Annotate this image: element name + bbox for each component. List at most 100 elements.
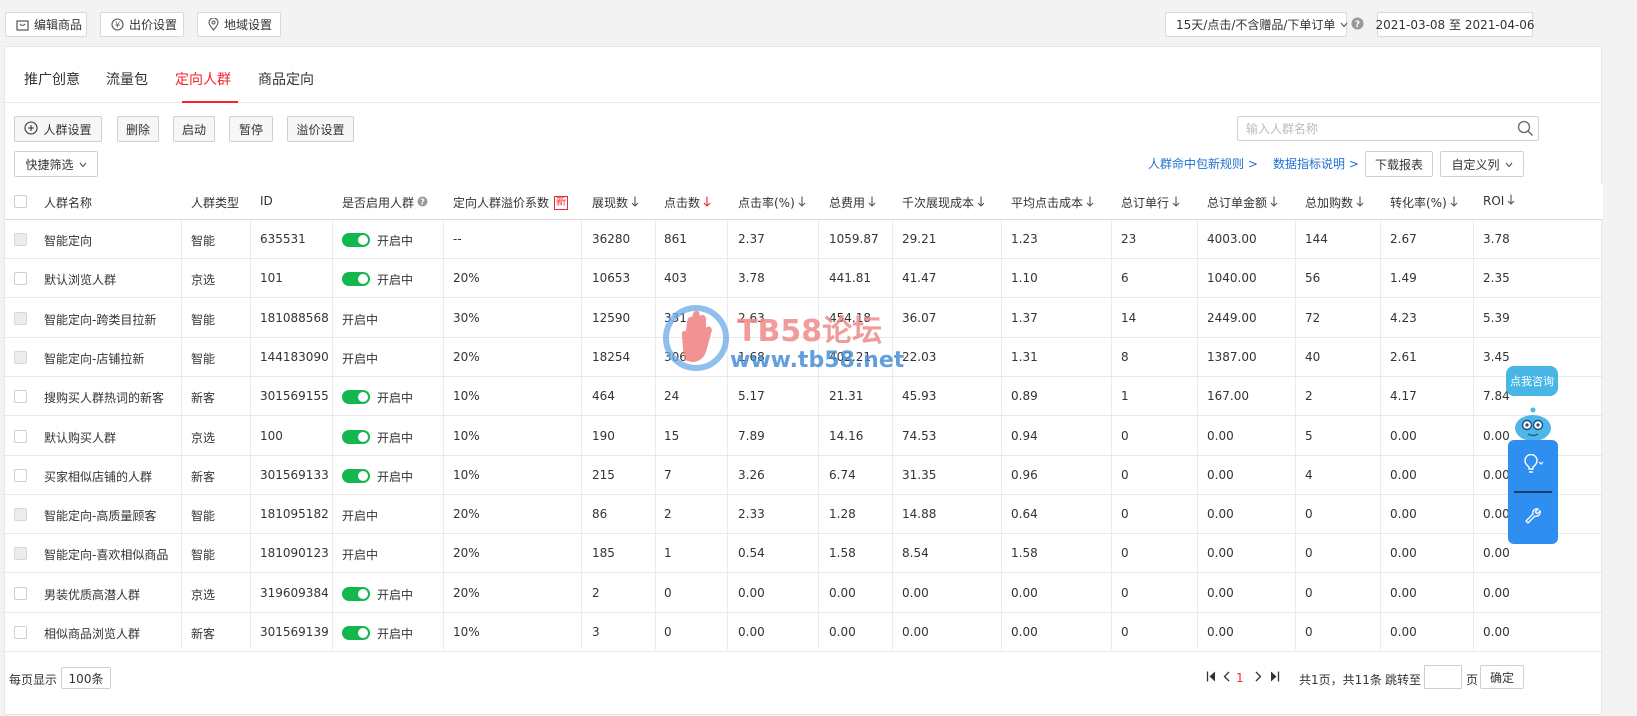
- cpm-cell: 22.03: [902, 349, 937, 364]
- impressions-cell: 10653: [592, 271, 631, 286]
- row-checkbox[interactable]: [14, 272, 27, 286]
- jump-page-input[interactable]: [1424, 665, 1462, 689]
- cost-cell: 0.00: [829, 585, 856, 600]
- header-roi[interactable]: ROI: [1483, 194, 1515, 208]
- ctr-cell: 0.00: [738, 625, 765, 639]
- svg-text:?: ?: [420, 197, 425, 206]
- audience-settings-button[interactable]: 人群设置: [14, 116, 102, 142]
- last-page-icon[interactable]: [1270, 671, 1280, 685]
- metrics-description-link[interactable]: 数据指标说明 >: [1273, 155, 1359, 172]
- header-cvr[interactable]: 转化率(%): [1390, 194, 1458, 211]
- clicks-cell: 2: [664, 507, 672, 522]
- next-page-icon[interactable]: [1255, 671, 1262, 685]
- header-clicks[interactable]: 点击数: [664, 194, 711, 211]
- wrench-icon[interactable]: [1523, 506, 1541, 527]
- quick-filter-select[interactable]: 快捷筛选: [14, 151, 98, 177]
- header-carts[interactable]: 总加购数: [1305, 194, 1364, 211]
- roi-cell: 0.00: [1483, 546, 1510, 561]
- status-toggle[interactable]: [342, 429, 370, 444]
- first-page-icon[interactable]: [1206, 671, 1216, 685]
- audience-name-cell: 智能定向-高质量顾客: [44, 509, 157, 524]
- cost-cell: 1.28: [829, 507, 856, 522]
- bid-settings-button[interactable]: ¥ 出价设置: [100, 12, 184, 37]
- yen-icon: ¥: [111, 18, 124, 31]
- table-row: 智能定向-高质量顾客 智能 181095182 20% 86 2 2.33 1.28 14.88…: [5, 495, 1603, 535]
- region-settings-button[interactable]: 地域设置: [197, 12, 281, 37]
- pagination-summary: 共1页，共11条: [1299, 673, 1382, 687]
- status-toggle[interactable]: [342, 586, 370, 601]
- edit-product-button[interactable]: 编辑商品: [5, 12, 87, 37]
- row-checkbox[interactable]: [14, 547, 27, 561]
- row-checkbox[interactable]: [14, 390, 27, 404]
- row-checkbox[interactable]: [14, 311, 27, 325]
- cost-cell: 1059.87: [829, 232, 879, 246]
- premium-coefficient-cell: 10%: [453, 389, 480, 404]
- status-toggle[interactable]: [342, 468, 370, 483]
- order-amount-cell: 0.00: [1207, 467, 1234, 482]
- lightbulb-icon[interactable]: [1521, 453, 1545, 479]
- row-checkbox[interactable]: [14, 468, 27, 482]
- status-toggle[interactable]: [342, 390, 370, 405]
- status-toggle[interactable]: [342, 272, 370, 287]
- header-cpm[interactable]: 千次展现成本: [902, 194, 985, 211]
- jump-confirm-button[interactable]: 确定: [1480, 665, 1524, 689]
- cpm-cell: 31.35: [902, 467, 937, 482]
- consult-bubble[interactable]: 点我咨询: [1506, 366, 1558, 396]
- download-report-button[interactable]: 下载报表: [1365, 151, 1433, 177]
- cpc-cell: 0.64: [1011, 507, 1038, 522]
- conversion-rate-cell: 0.00: [1390, 585, 1417, 600]
- sort-arrow-icon: [1356, 196, 1364, 210]
- page-size-select[interactable]: 100条: [61, 667, 111, 689]
- prev-page-icon[interactable]: [1223, 671, 1230, 685]
- sort-arrow-icon: [1450, 196, 1458, 210]
- audience-type-cell: 智能: [191, 234, 216, 248]
- premium-settings-button[interactable]: 溢价设置: [287, 116, 354, 142]
- current-page[interactable]: 1: [1236, 671, 1244, 685]
- date-range-picker[interactable]: 2021-03-08 至 2021-04-06: [1375, 12, 1535, 37]
- clicks-cell: 306: [664, 349, 687, 364]
- header-premium: 定向人群溢价系数 新: [453, 194, 569, 211]
- status-text: 开启中: [377, 391, 414, 406]
- tab-targeted-audience[interactable]: 定向人群: [175, 69, 231, 89]
- conversion-rate-cell: 4.17: [1390, 389, 1417, 404]
- attribution-select[interactable]: 15天/点击/不含赠品/下单订单: [1165, 12, 1348, 37]
- audience-type-cell: 京选: [191, 273, 216, 288]
- row-checkbox[interactable]: [14, 350, 27, 364]
- header-cpc[interactable]: 平均点击成本: [1011, 194, 1094, 211]
- tab-product-targeting[interactable]: 商品定向: [258, 69, 314, 89]
- impressions-cell: 12590: [592, 310, 631, 325]
- conversion-rate-cell: 0.00: [1390, 467, 1417, 482]
- status-text: 开启中: [377, 273, 414, 288]
- orders-cell: 6: [1121, 271, 1129, 286]
- sort-arrow-icon: [868, 196, 876, 210]
- tab-traffic-pack[interactable]: 流量包: [106, 69, 148, 89]
- clicks-cell: 331: [664, 310, 687, 325]
- start-button[interactable]: 启动: [173, 116, 215, 142]
- header-impressions[interactable]: 展现数: [592, 194, 639, 211]
- header-ctr[interactable]: 点击率(%): [738, 194, 806, 211]
- tab-creative[interactable]: 推广创意: [24, 69, 80, 89]
- row-checkbox[interactable]: [14, 508, 27, 522]
- row-checkbox[interactable]: [14, 429, 27, 443]
- custom-columns-select[interactable]: 自定义列: [1440, 151, 1524, 177]
- audience-search-input[interactable]: [1244, 120, 1502, 137]
- header-orders[interactable]: 总订单行: [1121, 194, 1180, 211]
- status-toggle[interactable]: [342, 626, 370, 640]
- svg-text:¥: ¥: [115, 21, 120, 30]
- help-icon[interactable]: ?: [417, 196, 428, 210]
- help-icon[interactable]: ?: [1351, 17, 1364, 33]
- audience-name-cell: 智能定向-喜欢相似商品: [44, 548, 169, 563]
- status-toggle[interactable]: [342, 233, 370, 247]
- cpc-cell: 0.00: [1011, 585, 1038, 600]
- row-checkbox[interactable]: [14, 626, 27, 639]
- pause-button[interactable]: 暂停: [229, 116, 273, 142]
- add-to-cart-cell: 0: [1305, 585, 1313, 600]
- select-all-checkbox[interactable]: [14, 195, 27, 208]
- new-rules-link[interactable]: 人群命中包新规则 >: [1148, 155, 1258, 172]
- row-checkbox[interactable]: [14, 233, 27, 246]
- delete-button[interactable]: 删除: [117, 116, 159, 142]
- search-icon[interactable]: [1517, 120, 1534, 140]
- header-cost[interactable]: 总费用: [829, 194, 876, 211]
- row-checkbox[interactable]: [14, 586, 27, 600]
- header-amount[interactable]: 总订单金额: [1207, 194, 1278, 211]
